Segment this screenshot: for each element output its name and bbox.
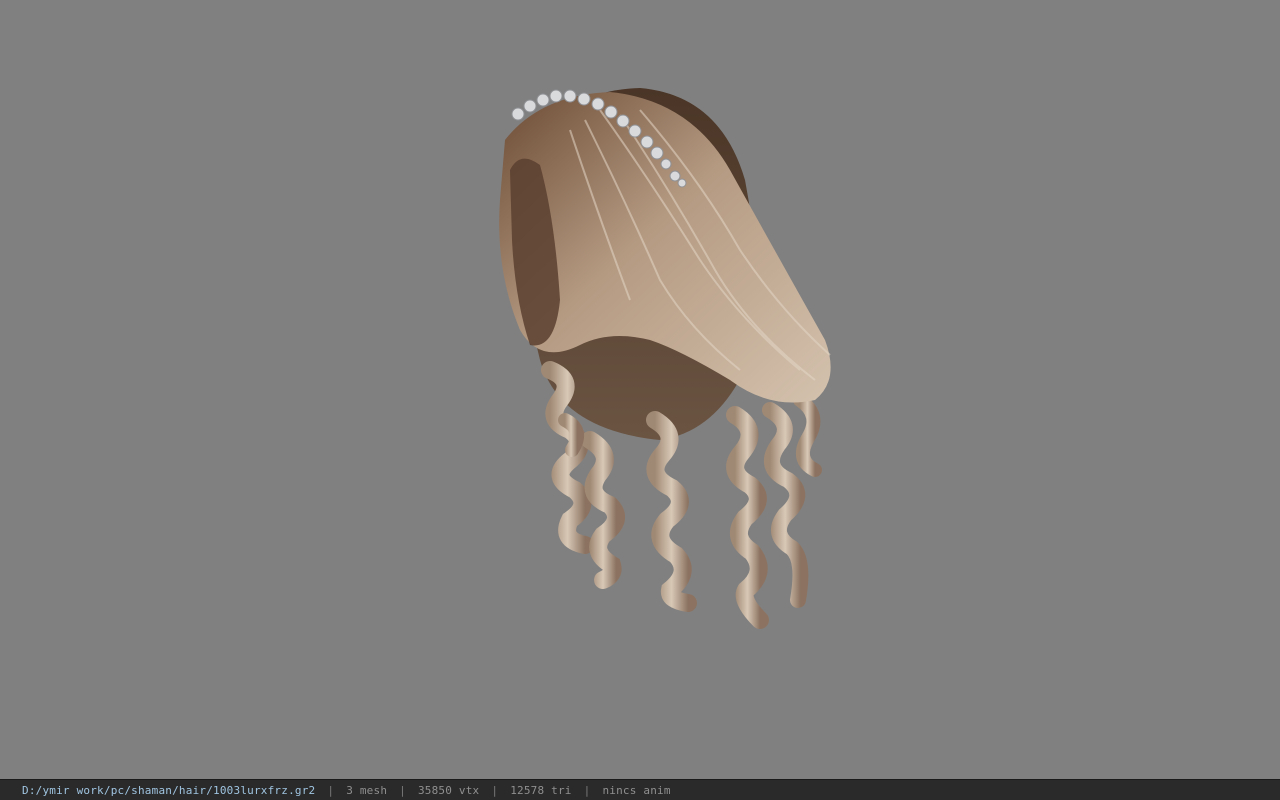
separator: | — [491, 783, 499, 797]
triangle-count: 12578 tri — [510, 783, 572, 797]
3d-viewport[interactable] — [0, 0, 1280, 779]
file-path: D:/ymir work/pc/shaman/hair/1003lurxfrz.… — [22, 783, 316, 797]
separator: | — [399, 783, 406, 797]
mesh-count: 3 mesh — [346, 783, 388, 797]
hair-model-icon — [499, 88, 831, 629]
animation-status: nincs anim — [602, 783, 671, 797]
status-bar: D:/ymir work/pc/shaman/hair/1003lurxfrz.… — [0, 779, 1280, 800]
separator: | — [327, 783, 335, 797]
vertex-count: 35850 vtx — [417, 783, 480, 797]
separator: | — [583, 783, 591, 797]
